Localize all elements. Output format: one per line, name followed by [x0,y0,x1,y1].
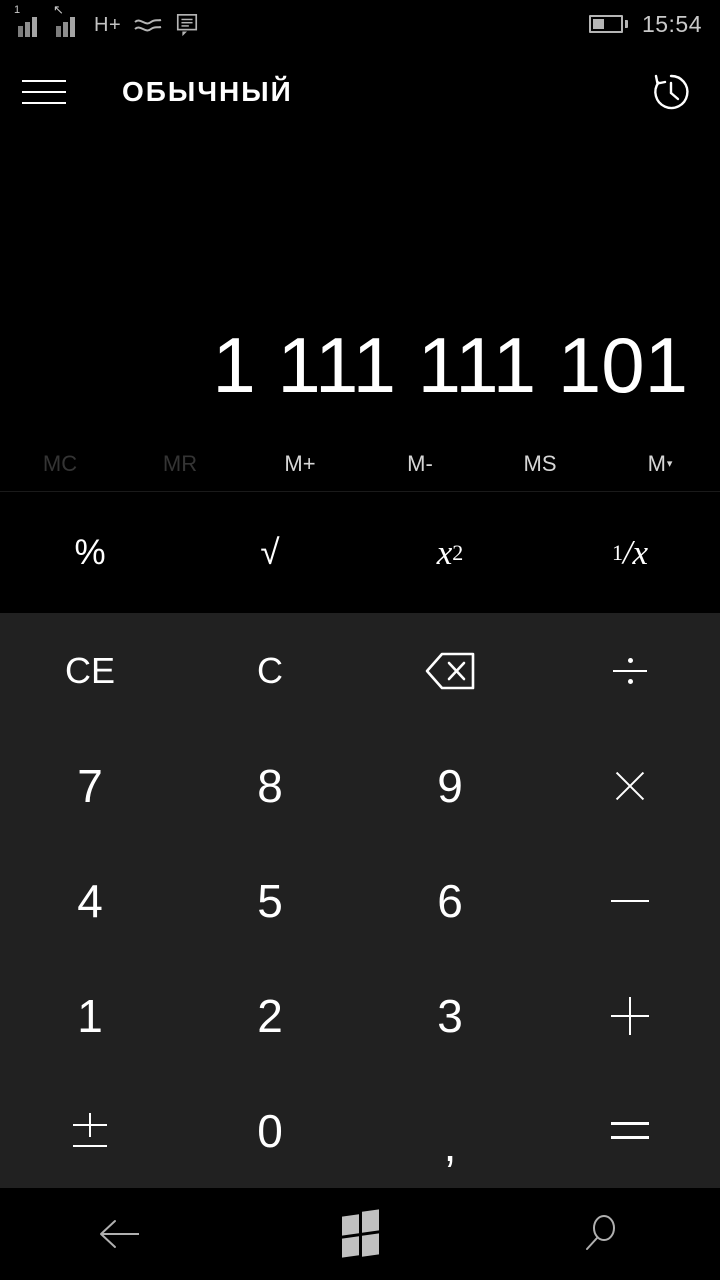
divide-icon [609,650,651,692]
memory-store-button[interactable]: MS [480,436,600,491]
navigation-bar [0,1188,720,1280]
digit-2-button[interactable]: 2 [180,958,360,1073]
history-icon[interactable] [644,65,698,119]
clear-entry-button[interactable]: CE [0,613,180,728]
start-button[interactable] [240,1208,480,1258]
status-left-icons: 1 ↖ H+ [14,3,199,37]
memory-dropdown-label: M [647,450,666,476]
app-header: ОБЫЧНЫЙ [0,48,720,136]
backspace-icon [425,652,475,689]
back-arrow-icon [100,1220,139,1248]
status-clock: 15:54 [641,10,702,37]
equals-icon [611,1122,649,1139]
back-button[interactable] [0,1217,240,1251]
digit-1-button[interactable]: 1 [0,958,180,1073]
status-bar: 1 ↖ H+ 15:54 [0,0,720,48]
square-exponent-label: 2 [452,539,464,565]
multiply-icon [611,767,649,805]
square-root-button[interactable]: √ [180,492,360,613]
chevron-down-icon: ▾ [666,458,673,470]
plus-minus-icon [73,1111,107,1151]
digit-5-button[interactable]: 5 [180,843,360,958]
square-base-label: x [436,532,453,572]
wifi-wave-icon [134,19,162,32]
message-icon [177,14,198,37]
keypad-row-clear: CE C [0,613,720,728]
search-icon [586,1215,615,1250]
memory-dropdown-button[interactable]: M ▾ [600,436,720,491]
subtract-button[interactable] [540,843,720,958]
decimal-separator-button[interactable]: , [360,1073,540,1188]
memory-add-button[interactable]: M+ [240,436,360,491]
signal-1-badge: 1 [14,4,21,16]
phone-screen: 1 ↖ H+ 15:54 ОБЫЧНЫЙ 1 111 111 101 MC MR… [0,0,720,1280]
network-type-label: H+ [94,14,122,36]
memory-subtract-button[interactable]: M- [360,436,480,491]
digit-9-button[interactable]: 9 [360,728,540,843]
display-result: 1 111 111 101 [212,321,688,409]
windows-logo-icon [341,1208,379,1258]
keypad-row-123: 1 2 3 [0,958,720,1073]
digit-7-button[interactable]: 7 [0,728,180,843]
digit-8-button[interactable]: 8 [180,728,360,843]
digit-6-button[interactable]: 6 [360,843,540,958]
reciprocal-button[interactable]: 1/x [540,492,720,613]
multiply-button[interactable] [540,728,720,843]
digit-3-button[interactable]: 3 [360,958,540,1073]
percent-button[interactable]: % [0,492,180,613]
status-right-items: 15:54 [588,10,702,38]
memory-row: MC MR M+ M- MS M ▾ [0,436,720,492]
memory-recall-button[interactable]: MR [120,436,240,491]
function-row: % √ x2 1/x [0,492,720,613]
equals-button[interactable] [540,1073,720,1188]
digit-4-button[interactable]: 4 [0,843,180,958]
keypad-row-456: 4 5 6 [0,843,720,958]
square-button[interactable]: x2 [360,492,540,613]
signal-2-icon: ↖ [53,3,82,37]
battery-icon [588,15,628,33]
keypad-row-789: 7 8 9 [0,728,720,843]
hamburger-menu-icon[interactable] [22,67,72,117]
plus-icon [611,997,649,1035]
search-button[interactable] [480,1212,720,1256]
clear-button[interactable]: C [180,613,360,728]
signal-1-icon: 1 [14,5,44,37]
keypad-row-zero: 0 , [0,1073,720,1188]
backspace-button[interactable] [360,613,540,728]
calculator-display: 1 111 111 101 [0,136,720,436]
reciprocal-numerator-label: 1 [612,539,623,565]
memory-clear-button[interactable]: MC [0,436,120,491]
sign-toggle-button[interactable] [0,1073,180,1188]
keypad: CE C 7 8 9 4 5 6 1 2 3 0 , [0,613,720,1188]
minus-icon [611,899,649,902]
reciprocal-denominator-label: x [632,532,648,572]
digit-0-button[interactable]: 0 [180,1073,360,1188]
signal-roaming-arrow-icon: ↖ [53,2,64,17]
add-button[interactable] [540,958,720,1073]
page-title: ОБЫЧНЫЙ [122,76,293,107]
divide-button[interactable] [540,613,720,728]
